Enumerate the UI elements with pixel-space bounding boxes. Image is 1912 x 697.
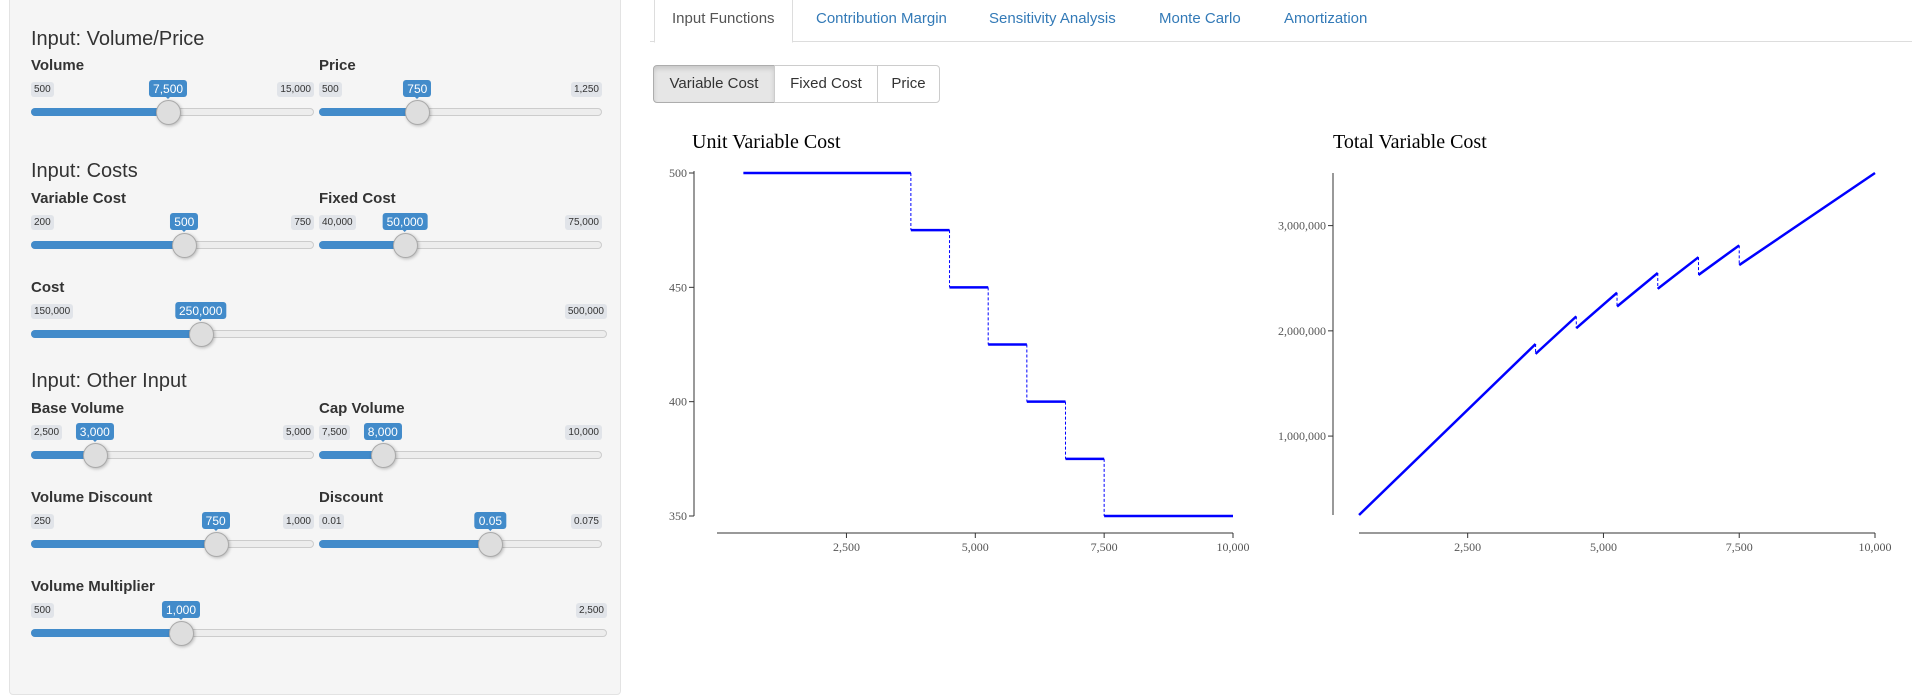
total-variable-cost-chart: Total Variable Cost 1,000,000 2,000,000 3,… [1278,131,1892,554]
total-cost-x-tick-label: 7,500 [1726,540,1753,554]
unit-cost-x-tick-label: 7,500 [1091,540,1118,554]
total-cost-segment [1358,343,1537,516]
unit-variable-cost-title: Unit Variable Cost [692,131,841,153]
total-cost-x-tick-label: 2,500 [1454,540,1481,554]
total-cost-y-tick-label: 3,000,000 [1278,219,1326,233]
unit-variable-cost-chart: Unit Variable Cost 350 400 450 500 2,500 5,00… [669,131,1250,554]
total-cost-x-tick-label: 5,000 [1590,540,1617,554]
total-cost-segment [1575,291,1618,330]
total-cost-segment [1738,171,1876,267]
total-cost-segment [1534,315,1578,355]
total-cost-x-tick-label: 10,000 [1859,540,1892,554]
total-cost-segment [1616,272,1659,308]
total-cost-y-tick-label: 2,000,000 [1278,324,1326,338]
unit-cost-x-tick-label: 5,000 [962,540,989,554]
total-cost-segment [1656,256,1700,290]
unit-cost-x-tick-label: 10,000 [1217,540,1250,554]
unit-cost-y-tick-label: 450 [669,280,687,294]
total-cost-y-tick-label: 1,000,000 [1278,429,1326,443]
unit-cost-y-tick-label: 400 [669,395,687,409]
charts-area: Unit Variable Cost 350 400 450 500 2,500 5,00… [669,131,1892,554]
unit-cost-y-tick-label: 350 [669,509,687,523]
unit-cost-x-tick-label: 2,500 [833,540,860,554]
unit-cost-y-tick-label: 500 [669,166,687,180]
total-variable-cost-title: Total Variable Cost [1333,131,1487,153]
total-cost-segment [1697,244,1740,276]
